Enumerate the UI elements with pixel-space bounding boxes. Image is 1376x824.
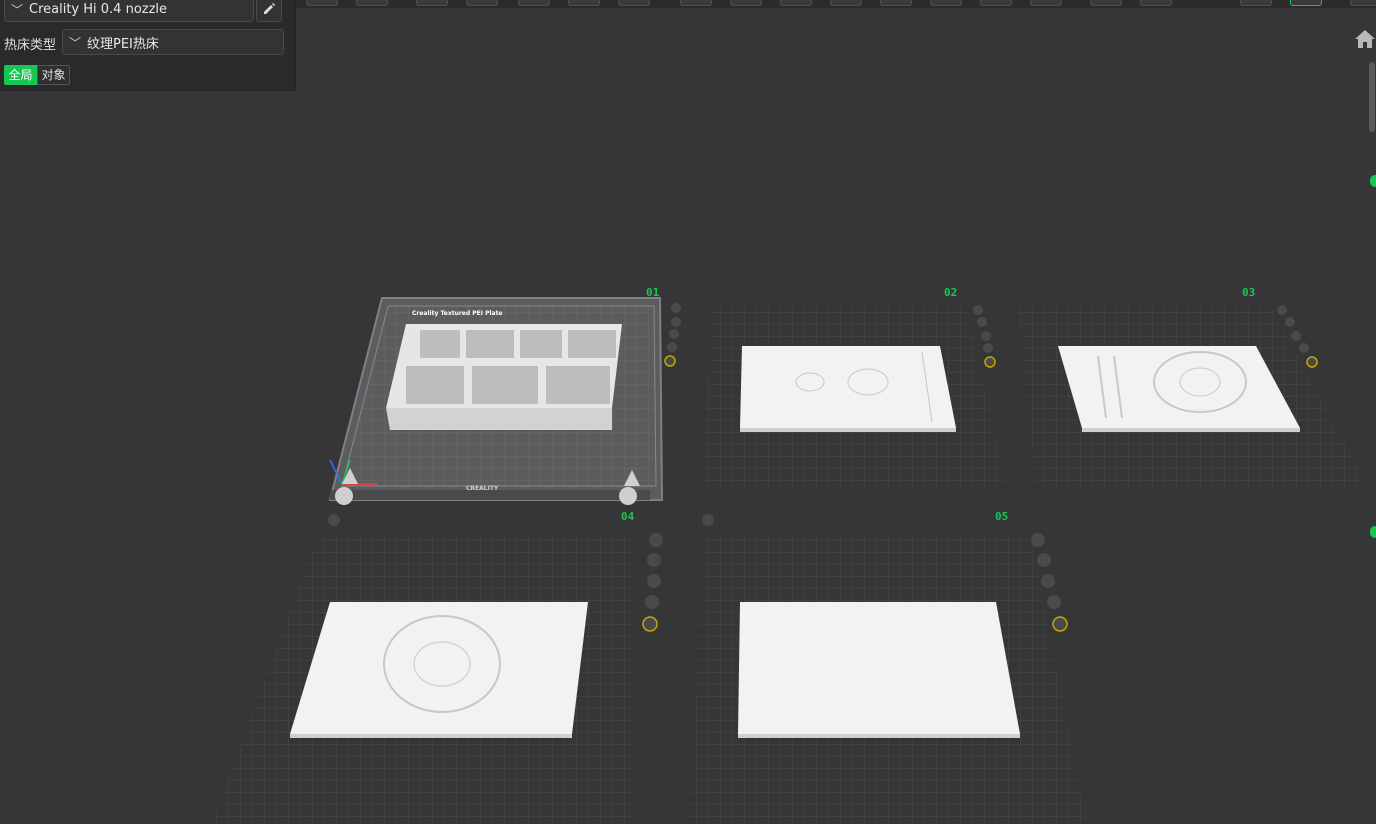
toolbar-button[interactable] [680, 0, 712, 6]
toolbar-button[interactable] [1290, 0, 1322, 6]
home-icon[interactable] [1354, 28, 1376, 50]
plate-03[interactable] [1018, 305, 1368, 488]
scrollbar-thumb[interactable] [1369, 62, 1375, 132]
toolbar-button[interactable] [416, 0, 448, 6]
toolbar-button[interactable] [1240, 0, 1272, 6]
toolbar-button[interactable] [1090, 0, 1122, 6]
toolbar-button[interactable] [568, 0, 600, 6]
edit-printer-button[interactable] [256, 0, 282, 22]
toolbar-button[interactable] [1140, 0, 1172, 6]
toolbar-button[interactable] [730, 0, 762, 6]
plate-01[interactable]: Creality Textured PEI Plate CREALITY [328, 297, 681, 505]
top-toolbar [296, 0, 1376, 8]
toolbar-button[interactable] [306, 0, 338, 6]
plate-number-05: 05 [995, 510, 1009, 523]
settings-panel: ﹀ Creality Hi 0.4 nozzle 热床类型 ﹀ 纹理PEI热床 … [0, 0, 296, 91]
toolbar-button[interactable] [518, 0, 550, 6]
3d-viewport[interactable]: Creality Textured PEI Plate CREALITY [0, 0, 1376, 824]
pencil-icon [264, 3, 275, 14]
toolbar-button[interactable] [1030, 0, 1062, 6]
bed-type-select[interactable]: ﹀ 纹理PEI热床 [62, 29, 284, 55]
bed-type-value: 纹理PEI热床 [87, 36, 159, 52]
plate-02[interactable] [702, 305, 1006, 488]
plate-number-01: 01 [646, 286, 660, 299]
toolbar-button[interactable] [980, 0, 1012, 6]
status-indicator [1370, 175, 1376, 187]
toolbar-button[interactable] [780, 0, 812, 6]
plate-number-02: 02 [944, 286, 958, 299]
bed-type-label: 热床类型 [4, 38, 57, 53]
scrollbar[interactable] [1366, 58, 1376, 824]
plate-05[interactable] [690, 514, 1086, 824]
box-model[interactable] [386, 324, 622, 430]
tab-object[interactable]: 对象 [37, 65, 70, 85]
plate-brand-label: CREALITY [466, 485, 499, 492]
status-indicator [1370, 526, 1376, 538]
printer-select[interactable]: ﹀ Creality Hi 0.4 nozzle [4, 0, 254, 22]
toolbar-button[interactable] [830, 0, 862, 6]
toolbar-button[interactable] [930, 0, 962, 6]
tab-global[interactable]: 全局 [4, 65, 37, 85]
plate-number-04: 04 [621, 510, 635, 523]
printer-name: Creality Hi 0.4 nozzle [29, 1, 168, 17]
toolbar-button[interactable] [618, 0, 650, 6]
chevron-down-icon: ﹀ [68, 35, 81, 50]
toolbar-button[interactable] [356, 0, 388, 6]
plate-04[interactable] [212, 514, 663, 824]
toolbar-button[interactable] [466, 0, 498, 6]
chevron-down-icon: ﹀ [10, 2, 23, 17]
plate-number-03: 03 [1242, 286, 1256, 299]
toolbar-button[interactable] [880, 0, 912, 6]
plate-bed-label: Creality Textured PEI Plate [412, 310, 503, 317]
toolbar-button[interactable] [1350, 0, 1376, 6]
